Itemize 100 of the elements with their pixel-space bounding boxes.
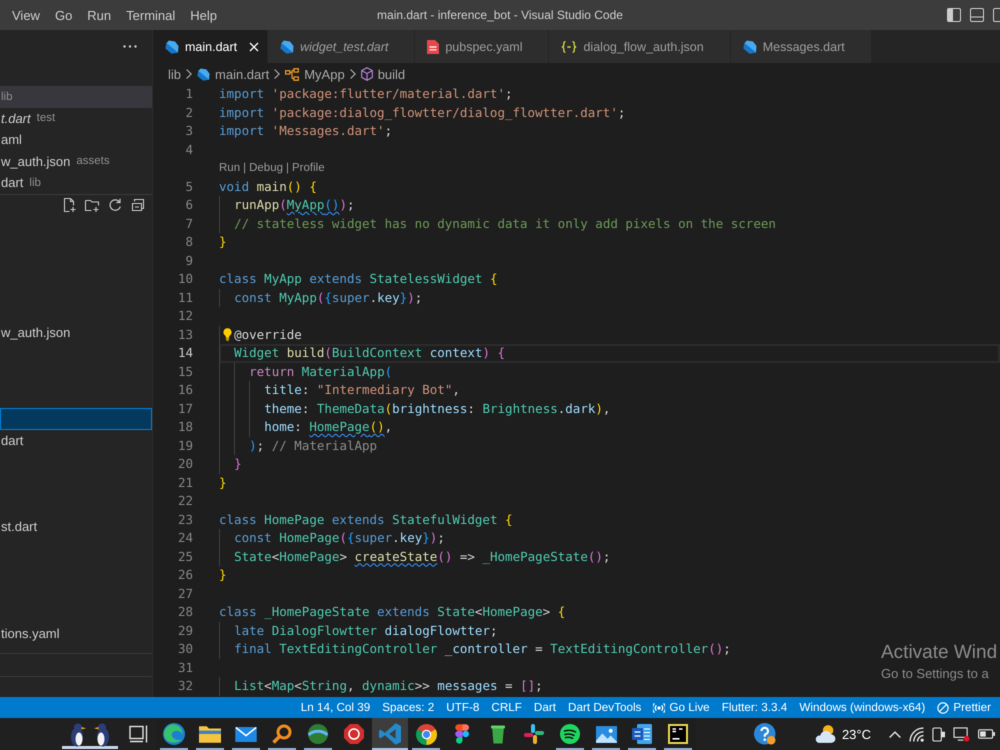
battery-icon[interactable] — [978, 729, 995, 739]
open-editor-item[interactable]: dart lib — [0, 172, 152, 194]
line-number: 13 — [176, 326, 193, 344]
line-number: 9 — [184, 252, 193, 270]
line-number: 16 — [176, 381, 193, 399]
chevron-right-icon — [274, 69, 280, 79]
collapse-all-icon[interactable] — [130, 196, 146, 212]
sidebar-toggle-icon[interactable] — [947, 8, 961, 22]
code-line: class HomePage extends StatefulWidget { — [219, 510, 513, 529]
status-item[interactable]: Flutter: 3.3.4 — [716, 697, 794, 718]
tree-item[interactable] — [0, 408, 152, 430]
status-item[interactable]: Ln 14, Col 39 — [294, 697, 376, 718]
wifi-icon[interactable] — [909, 726, 924, 742]
menu-item[interactable]: Run — [87, 8, 112, 22]
open-editor-item[interactable]: aml — [0, 129, 152, 150]
menu-item[interactable]: Go — [54, 8, 72, 22]
code-line: const HomePage({super.key}); — [234, 529, 445, 547]
codelens-link[interactable]: Run — [219, 159, 240, 178]
tree-item[interactable]: w_auth.json — [0, 322, 152, 344]
status-item[interactable]: UTF-8 — [440, 697, 486, 718]
line-number: 28 — [176, 603, 193, 621]
menu-item[interactable]: Help — [190, 8, 218, 22]
code-line: class _HomePageState extends State<HomePage> { — [219, 603, 566, 621]
dart-icon — [165, 40, 179, 54]
help-icon[interactable] — [754, 723, 776, 745]
line-number: 7 — [184, 214, 193, 232]
status-item[interactable]: Spaces: 2 — [376, 697, 440, 718]
tree-item[interactable]: st.dart — [0, 516, 152, 537]
refresh-icon[interactable] — [107, 196, 123, 212]
line-number: 4 — [184, 140, 193, 158]
line-number: 6 — [184, 196, 193, 214]
menu-item[interactable]: View — [12, 8, 40, 22]
status-item[interactable]: Go Live — [647, 697, 716, 718]
code-line: class MyApp extends StatelessWidget { — [219, 270, 498, 288]
weather-temperature[interactable]: 23°C — [842, 726, 871, 742]
code-line: const MyApp({super.key}); — [234, 288, 422, 307]
code-line: import 'package:flutter/material.dart'; — [219, 85, 513, 103]
line-number: 5 — [184, 178, 193, 196]
open-editor-item[interactable]: lib — [0, 86, 152, 108]
status-item[interactable]: CRLF — [485, 697, 528, 718]
codelens-link[interactable]: Debug — [249, 159, 283, 178]
code-line: } — [219, 566, 227, 584]
layout-toggle-icon[interactable] — [993, 8, 1000, 22]
code-line: } — [234, 455, 242, 473]
status-item[interactable]: Windows (windows-x64) — [793, 697, 932, 718]
code-line: List<Map<String, dynamic>> messages = []; — [234, 677, 543, 695]
status-item[interactable]: Dart — [528, 697, 562, 718]
lightbulb-icon[interactable] — [223, 328, 232, 340]
more-actions-icon[interactable] — [123, 45, 137, 48]
breadcrumb-item[interactable]: lib — [168, 66, 182, 82]
panel-toggle-icon[interactable] — [970, 8, 984, 22]
line-number: 1 — [184, 85, 193, 103]
line-number: 8 — [184, 233, 193, 251]
breadcrumb-item[interactable]: main.dart — [197, 66, 270, 82]
code-line: runApp(MyApp()); — [234, 196, 355, 214]
word-icon — [632, 724, 652, 744]
figma-icon — [455, 724, 469, 744]
line-number: 21 — [176, 474, 193, 492]
code-line: @override — [234, 326, 302, 344]
taskbar-button[interactable] — [372, 718, 408, 750]
tab[interactable]: widget_test.dart — [268, 30, 416, 63]
weather-icon[interactable] — [814, 725, 838, 743]
monitor-icon[interactable] — [953, 726, 970, 742]
code-line: void main() { — [219, 178, 317, 196]
edge-icon — [163, 723, 185, 745]
open-editor-item[interactable]: t.dart test — [0, 108, 152, 129]
tree-item[interactable]: tions.yaml — [0, 623, 152, 644]
tree-item[interactable]: dart — [0, 430, 152, 451]
activation-subtitle: Go to Settings to a — [881, 665, 990, 682]
tab[interactable]: main.dart — [153, 30, 268, 63]
code-line: Widget build(BuildContext context) { — [234, 344, 506, 362]
open-editor-item[interactable]: w_auth.json assets — [0, 150, 152, 172]
tab[interactable]: pubspec.yaml — [415, 30, 550, 63]
menu-item[interactable]: Terminal — [126, 8, 176, 22]
line-number: 24 — [176, 529, 193, 547]
line-number: 12 — [176, 307, 193, 325]
chrome-icon — [416, 724, 436, 744]
line-number: 11 — [176, 288, 193, 306]
line-number: 25 — [176, 548, 193, 566]
task-view-icon[interactable] — [128, 725, 148, 743]
tab[interactable]: dialog_flow_auth.json — [549, 30, 731, 63]
breadcrumb-item[interactable]: MyApp — [285, 66, 345, 82]
line-number: 27 — [176, 584, 193, 602]
codelens-link[interactable]: Profile — [292, 159, 325, 178]
device-icon[interactable] — [932, 726, 945, 742]
status-item[interactable]: Prettier — [931, 697, 997, 718]
status-item[interactable]: Dart DevTools — [562, 697, 648, 718]
line-number: 15 — [176, 362, 193, 380]
class-icon — [285, 68, 300, 80]
line-number: 10 — [176, 270, 193, 288]
line-number: 2 — [184, 104, 193, 122]
tab[interactable]: Messages.dart — [730, 30, 872, 63]
blocked-icon — [937, 702, 950, 714]
line-number: 18 — [176, 418, 193, 436]
breadcrumb-item[interactable]: build — [360, 66, 406, 82]
chevron-up-icon[interactable] — [889, 730, 901, 738]
line-number: 17 — [176, 400, 193, 418]
new-file-icon[interactable] — [61, 196, 77, 212]
close-icon[interactable] — [249, 42, 260, 52]
octagon-icon — [344, 724, 364, 744]
